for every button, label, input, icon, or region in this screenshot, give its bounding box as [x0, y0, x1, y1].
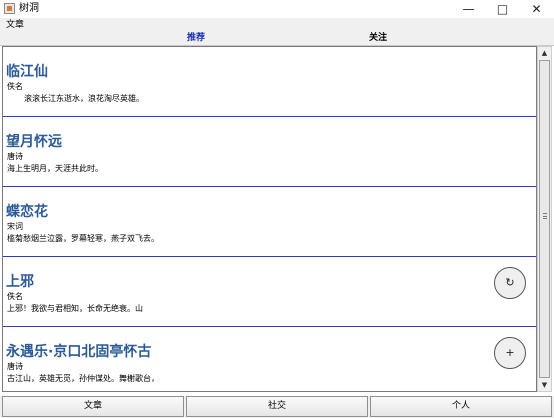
article-author: 唐诗	[7, 152, 23, 161]
article-title: 望月怀远	[6, 134, 62, 150]
refresh-icon: ↻	[505, 276, 515, 289]
tab-recommend[interactable]: 推荐	[187, 32, 205, 45]
article-card[interactable]: 蝶恋花 宋词 槛菊愁烟兰泣露，罗幕轻寒，燕子双飞去。	[3, 187, 536, 257]
article-author: 唐诗	[7, 362, 23, 371]
tab-follow[interactable]: 关注	[369, 32, 387, 45]
article-author: 宋词	[7, 222, 23, 231]
tab-bar: 推荐 关注	[0, 32, 554, 46]
article-excerpt: 槛菊愁烟兰泣露，罗幕轻寒，燕子双飞去。	[7, 234, 159, 243]
title-bar: 树洞 — □ ✕	[0, 0, 554, 18]
maximize-button[interactable]: □	[486, 0, 519, 18]
grip-icon	[543, 213, 547, 219]
vertical-scrollbar[interactable]: ▲ ▼	[537, 46, 552, 392]
minimize-button[interactable]: —	[452, 0, 485, 18]
article-author: 佚名	[7, 292, 23, 301]
scroll-down-arrow-icon[interactable]: ▼	[538, 379, 551, 391]
bottom-nav: 文章 社交 个人	[0, 396, 554, 418]
nav-profile-button[interactable]: 个人	[370, 396, 552, 417]
menu-bar: 文章	[0, 18, 554, 32]
refresh-button[interactable]: ↻	[494, 267, 526, 299]
article-card[interactable]: 临江仙 佚名 滚滚长江东逝水，浪花淘尽英雄。	[3, 47, 536, 117]
article-excerpt: 古江山，英雄无觅，孙仲谋处。舞榭歌台，	[7, 374, 159, 383]
article-excerpt: 上邪！我欲与君相知，长命无绝衰。山	[7, 304, 143, 313]
scroll-up-arrow-icon[interactable]: ▲	[538, 47, 551, 59]
nav-social-button[interactable]: 社交	[186, 396, 368, 417]
app-icon	[4, 3, 15, 14]
article-title: 蝶恋花	[6, 204, 48, 220]
article-title: 上邪	[6, 274, 34, 290]
scrollbar-thumb[interactable]	[539, 60, 550, 378]
article-excerpt: 海上生明月，天涯共此时。	[7, 164, 103, 173]
menu-label[interactable]: 文章	[6, 19, 24, 31]
article-title: 永遇乐·京口北固亭怀古	[6, 344, 152, 360]
article-author: 佚名	[7, 82, 23, 91]
add-button[interactable]: +	[494, 337, 526, 369]
article-card[interactable]: 望月怀远 唐诗 海上生明月，天涯共此时。	[3, 117, 536, 187]
article-title: 临江仙	[6, 64, 48, 80]
add-icon: +	[505, 346, 515, 359]
close-button[interactable]: ✕	[520, 0, 553, 18]
nav-articles-button[interactable]: 文章	[2, 396, 184, 417]
article-list: 临江仙 佚名 滚滚长江东逝水，浪花淘尽英雄。 望月怀远 唐诗 海上生明月，天涯共…	[2, 46, 537, 392]
article-card[interactable]: 永遇乐·京口北固亭怀古 唐诗 古江山，英雄无觅，孙仲谋处。舞榭歌台， +	[3, 327, 536, 391]
article-card[interactable]: 上邪 佚名 上邪！我欲与君相知，长命无绝衰。山 ↻	[3, 257, 536, 327]
window-title: 树洞	[19, 3, 39, 14]
article-excerpt: 滚滚长江东逝水，浪花淘尽英雄。	[24, 94, 144, 103]
